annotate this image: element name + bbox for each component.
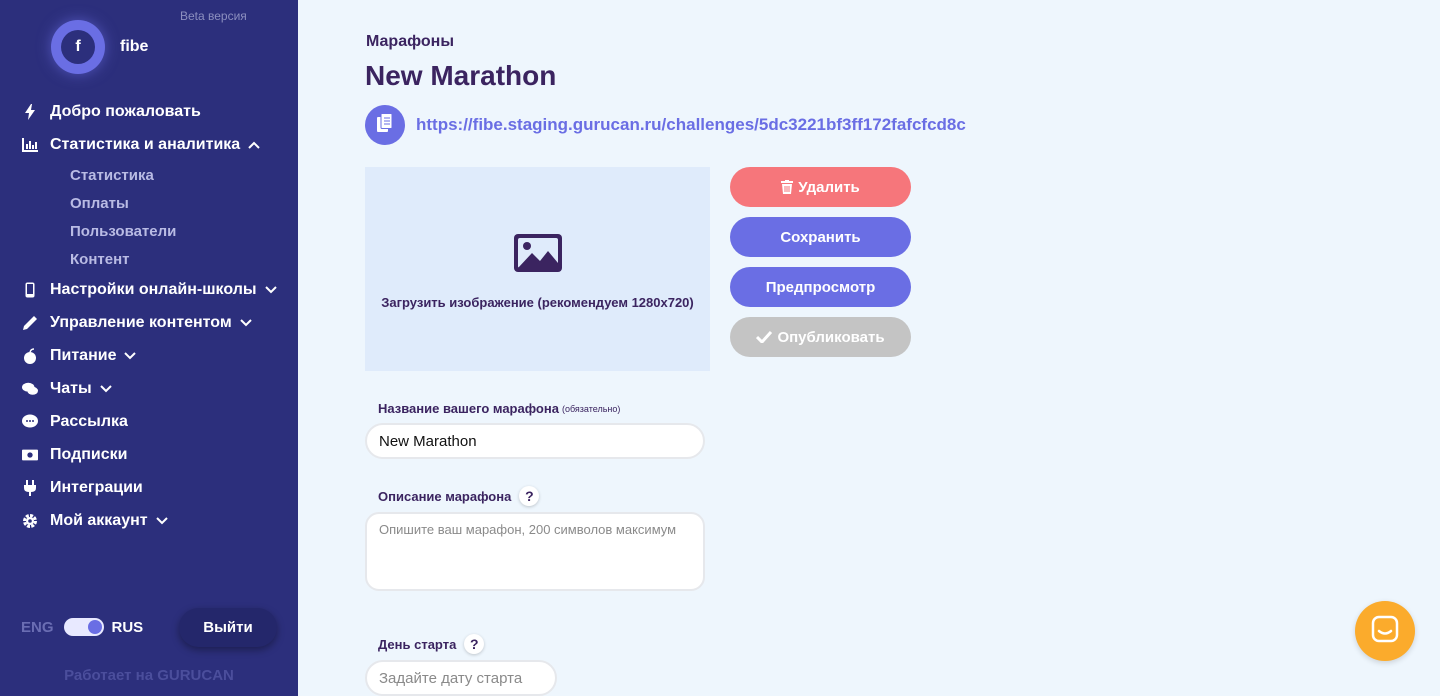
sidebar-item-label: Управление контентом: [50, 313, 232, 331]
description-field-label: Описание марафона ?: [378, 486, 540, 506]
name-label-text: Название вашего марафона: [378, 401, 559, 416]
sidebar-item-label: Статистика и аналитика: [50, 135, 241, 153]
chevron-up-icon: [248, 141, 260, 149]
sidebar-item-chats[interactable]: Чаты: [0, 372, 298, 405]
sidebar-item-label: Питание: [50, 346, 117, 364]
delete-button[interactable]: Удалить: [730, 167, 911, 207]
sidebar-item-label: Рассылка: [50, 412, 128, 430]
sidebar: Beta версия f fibe Добро пожаловать Стат…: [0, 0, 298, 696]
sidebar-item-my-account[interactable]: Мой аккаунт: [0, 504, 298, 537]
toggle-knob: [87, 620, 102, 634]
image-icon: [513, 234, 562, 277]
school-logo[interactable]: f: [51, 20, 105, 74]
marathon-name-input[interactable]: [365, 423, 705, 459]
lang-eng-label[interactable]: ENG: [21, 619, 54, 636]
sidebar-nav: Добро пожаловать Статистика и аналитика …: [0, 95, 298, 537]
logout-button[interactable]: Выйти: [179, 608, 277, 647]
chat-widget-button[interactable]: [1355, 601, 1415, 661]
sidebar-item-mailing[interactable]: Рассылка: [0, 405, 298, 438]
sidebar-item-content-management[interactable]: Управление контентом: [0, 306, 298, 339]
chart-icon: [22, 137, 38, 153]
check-icon: [756, 331, 773, 343]
sidebar-item-nutrition[interactable]: Питание: [0, 339, 298, 372]
chevron-down-icon: [239, 318, 252, 327]
mobile-icon: [22, 282, 38, 298]
chat-icon: [1371, 615, 1399, 648]
publish-button[interactable]: Опубликовать: [730, 317, 911, 357]
save-button[interactable]: Сохранить: [730, 217, 911, 257]
chevron-down-icon: [264, 285, 277, 294]
sidebar-item-subscriptions[interactable]: Подписки: [0, 438, 298, 471]
sidebar-item-school-settings[interactable]: Настройки онлайн-школы: [0, 273, 298, 306]
comment-icon: [22, 414, 38, 430]
trash-icon: [781, 180, 794, 194]
logo-letter: f: [61, 30, 95, 64]
sidebar-item-label: Чаты: [50, 379, 92, 397]
start-label-text: День старта: [378, 636, 457, 652]
sidebar-item-label: Добро пожаловать: [50, 102, 201, 120]
start-date-input[interactable]: [365, 660, 557, 696]
sidebar-subitem-statistics[interactable]: Статистика: [0, 161, 298, 189]
sidebar-item-label: Подписки: [50, 445, 128, 463]
money-icon: [22, 447, 38, 463]
sidebar-item-label: Настройки онлайн-школы: [50, 280, 257, 298]
sidebar-subitem-payments[interactable]: Оплаты: [0, 189, 298, 217]
sidebar-item-analytics[interactable]: Статистика и аналитика: [0, 128, 298, 161]
language-toggle[interactable]: [63, 618, 104, 636]
page-title: New Marathon: [365, 60, 557, 91]
sidebar-subitem-users[interactable]: Пользователи: [0, 217, 298, 245]
sidebar-item-label: Интеграции: [50, 478, 143, 496]
start-date-field-label: День старта ?: [378, 634, 485, 654]
publish-button-label: Опубликовать: [777, 328, 885, 346]
copy-icon: [376, 112, 394, 138]
chats-icon: [22, 381, 38, 397]
gear-icon: [22, 513, 38, 529]
marathon-description-input[interactable]: [365, 512, 705, 591]
help-icon[interactable]: ?: [464, 634, 485, 654]
lang-rus-label[interactable]: RUS: [112, 619, 144, 636]
required-note: (обязательно): [561, 403, 621, 414]
sidebar-item-label: Мой аккаунт: [50, 511, 148, 529]
beta-label: Beta версия: [180, 9, 247, 23]
image-upload-area[interactable]: Загрузить изображение (рекомендуем 1280x…: [365, 167, 710, 371]
preview-button[interactable]: Предпросмотр: [730, 267, 911, 307]
powered-by[interactable]: Работает на GURUCAN: [0, 667, 298, 684]
name-field-label: Название вашего марафона (обязательно): [378, 401, 620, 416]
upload-hint: Загрузить изображение (рекомендуем 1280x…: [381, 295, 694, 310]
chevron-down-icon: [124, 351, 137, 360]
language-switcher: ENG RUS: [21, 618, 143, 636]
plug-icon: [22, 479, 38, 496]
sidebar-subitem-content[interactable]: Контент: [0, 245, 298, 273]
sidebar-item-integrations[interactable]: Интеграции: [0, 471, 298, 504]
bolt-icon: [22, 103, 38, 120]
sidebar-item-welcome[interactable]: Добро пожаловать: [0, 95, 298, 128]
marathon-link[interactable]: https://fibe.staging.gurucan.ru/challeng…: [416, 115, 966, 135]
copy-link-button[interactable]: [365, 105, 405, 145]
school-name: fibe: [120, 38, 149, 55]
help-icon[interactable]: ?: [519, 486, 540, 506]
description-label-text: Описание марафона: [378, 488, 512, 504]
delete-button-label: Удалить: [798, 178, 860, 196]
chevron-down-icon: [155, 516, 168, 525]
pencil-icon: [22, 315, 38, 331]
chevron-down-icon: [99, 384, 112, 393]
apple-icon: [22, 347, 38, 364]
breadcrumb[interactable]: Марафоны: [366, 33, 454, 51]
